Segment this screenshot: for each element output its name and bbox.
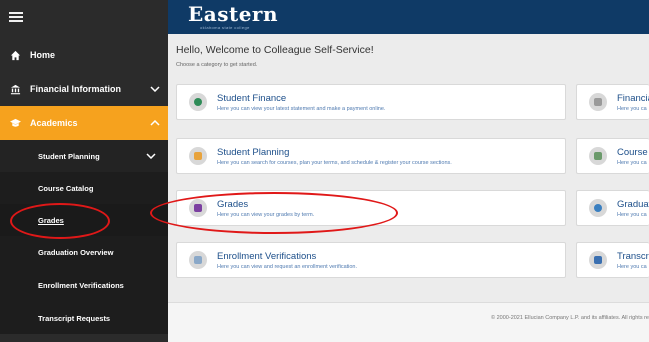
sidebar: Home Financial Information Academics Stu… bbox=[0, 0, 168, 342]
sidebar-item-label: Home bbox=[30, 50, 56, 60]
sidebar-subitem-transcript-requests[interactable]: Transcript Requests bbox=[0, 302, 168, 334]
sidebar-item-label: Academics bbox=[30, 118, 78, 128]
card-title: Financia bbox=[617, 92, 649, 104]
bank-icon bbox=[0, 84, 30, 95]
annotation-circle-sidebar-grades bbox=[10, 203, 110, 239]
card-transcript[interactable]: Transcrip Here you ca bbox=[576, 242, 649, 278]
hamburger-icon bbox=[9, 12, 23, 22]
card-student-planning[interactable]: Student Planning Here you can search for… bbox=[176, 138, 566, 174]
card-title: Student Finance bbox=[217, 92, 287, 104]
sidebar-subitem-label: Enrollment Verifications bbox=[38, 280, 124, 290]
copyright-text: © 2000-2021 Ellucian Company L.P. and it… bbox=[491, 315, 649, 321]
sidebar-item-financial-information[interactable]: Financial Information bbox=[0, 74, 168, 104]
top-header: Eastern oklahoma state college bbox=[168, 0, 649, 34]
chevron-down-icon bbox=[146, 152, 156, 161]
card-description: Here you can search for courses, plan yo… bbox=[217, 159, 452, 166]
card-description: Here you ca bbox=[617, 105, 647, 112]
sidebar-subitem-course-catalog[interactable]: Course Catalog bbox=[0, 172, 168, 204]
sidebar-item-academics[interactable]: Academics bbox=[0, 106, 168, 140]
student-planning-icon bbox=[189, 147, 207, 165]
chevron-up-icon bbox=[142, 120, 168, 126]
sidebar-subitem-label: Course Catalog bbox=[38, 183, 94, 193]
card-title: Course C bbox=[617, 146, 649, 158]
home-icon bbox=[0, 50, 30, 61]
card-title: Student Planning bbox=[217, 146, 290, 158]
sidebar-subitem-label: Graduation Overview bbox=[38, 247, 114, 257]
sidebar-subitem-label: Transcript Requests bbox=[38, 313, 111, 323]
logo-subtitle: oklahoma state college bbox=[200, 25, 250, 30]
card-graduation[interactable]: Graduati Here you ca bbox=[576, 190, 649, 226]
transcript-icon bbox=[589, 251, 607, 269]
card-description: Here you ca bbox=[617, 159, 647, 166]
card-title: Graduati bbox=[617, 198, 649, 210]
sidebar-subitem-graduation-overview[interactable]: Graduation Overview bbox=[0, 236, 168, 268]
card-student-finance[interactable]: Student Finance Here you can view your l… bbox=[176, 84, 566, 120]
course-catalog-icon bbox=[589, 147, 607, 165]
page-subtitle: Choose a category to get started. bbox=[176, 62, 258, 68]
sidebar-item-home[interactable]: Home bbox=[0, 40, 168, 70]
footer: © 2000-2021 Ellucian Company L.P. and it… bbox=[168, 302, 649, 342]
card-course-catalog[interactable]: Course C Here you ca bbox=[576, 138, 649, 174]
card-description: Here you can view and request an enrollm… bbox=[217, 263, 358, 270]
card-description: Here you ca bbox=[617, 263, 647, 270]
graduation-cap-icon bbox=[0, 118, 30, 129]
enrollment-verifications-icon bbox=[189, 251, 207, 269]
menu-toggle[interactable] bbox=[0, 0, 168, 34]
annotation-circle-grades-card bbox=[150, 192, 398, 234]
card-title: Enrollment Verifications bbox=[217, 250, 317, 262]
main-content: Hello, Welcome to Colleague Self-Service… bbox=[168, 34, 649, 342]
student-finance-icon bbox=[189, 93, 207, 111]
sidebar-subitem-label: Student Planning bbox=[38, 151, 100, 161]
sidebar-subitem-enrollment-verifications[interactable]: Enrollment Verifications bbox=[0, 268, 168, 302]
sidebar-subitem-student-planning[interactable]: Student Planning bbox=[0, 140, 168, 172]
card-financial-aid[interactable]: Financia Here you ca bbox=[576, 84, 649, 120]
card-enrollment-verifications[interactable]: Enrollment Verifications Here you can vi… bbox=[176, 242, 566, 278]
financial-aid-icon bbox=[589, 93, 607, 111]
chevron-down-icon bbox=[142, 86, 168, 92]
eastern-logo[interactable]: Eastern bbox=[188, 3, 278, 25]
page-title: Hello, Welcome to Colleague Self-Service… bbox=[176, 44, 374, 56]
card-description: Here you can view your latest statement … bbox=[217, 105, 386, 112]
card-title: Transcrip bbox=[617, 250, 649, 262]
sidebar-item-label: Financial Information bbox=[30, 84, 122, 94]
card-description: Here you ca bbox=[617, 211, 647, 218]
graduation-icon bbox=[589, 199, 607, 217]
